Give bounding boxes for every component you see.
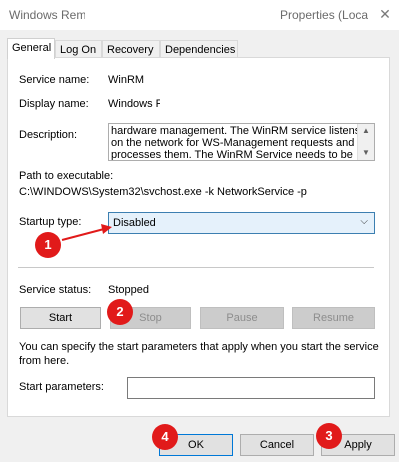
annotation-badge-1: 1: [35, 232, 61, 258]
annotation-badge-4: 4: [152, 424, 178, 450]
annotation-badge-2: 2: [107, 299, 133, 325]
annotation-badge-3: 3: [316, 423, 342, 449]
annotation-arrow: [61, 224, 112, 241]
